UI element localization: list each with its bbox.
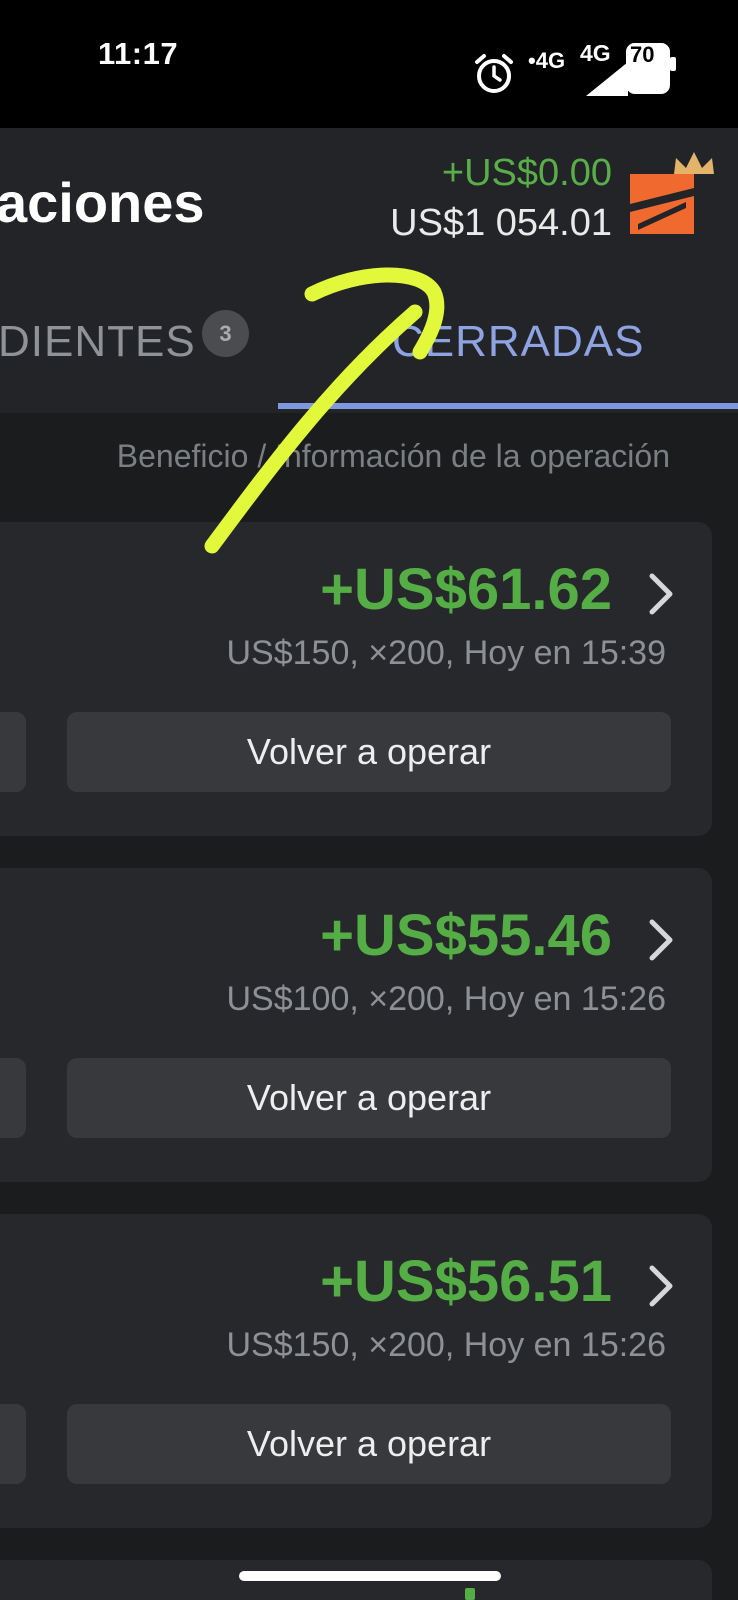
chevron-right-icon[interactable] bbox=[646, 1264, 676, 1308]
trade-secondary-button[interactable] bbox=[0, 1058, 26, 1138]
battery-percentage: 70 bbox=[630, 42, 655, 67]
pnl-today: +US$0.00 bbox=[441, 152, 612, 194]
tab-closed[interactable]: CERRADAS bbox=[392, 317, 645, 367]
app-screen: aciones +US$0.00 US$1 054.01 DIENTES 3 C… bbox=[0, 128, 738, 1600]
trade-profit: +US$56.51 bbox=[320, 1249, 612, 1314]
reopen-button[interactable]: Volver a operar bbox=[67, 1058, 671, 1138]
reopen-button[interactable]: Volver a operar bbox=[67, 1404, 671, 1484]
status-bar: 11:17 •4G 4G 70 bbox=[0, 0, 738, 128]
trade-card[interactable]: +US$55.46 US$100, ×200, Hoy en 15:26 Vol… bbox=[0, 868, 712, 1182]
trade-secondary-button[interactable] bbox=[0, 712, 26, 792]
network-indicator-small: •4G bbox=[528, 48, 566, 73]
column-header: Beneficio / Información de la operación bbox=[116, 438, 670, 474]
account-crown-logo[interactable] bbox=[628, 144, 720, 236]
chevron-right-icon[interactable] bbox=[646, 572, 676, 616]
pending-count-badge: 3 bbox=[202, 310, 249, 357]
trade-card[interactable]: +US$61.62 US$150, ×200, Hoy en 15:39 Vol… bbox=[0, 522, 712, 836]
page-title: aciones bbox=[0, 171, 205, 234]
chevron-right-icon[interactable] bbox=[646, 918, 676, 962]
account-balance[interactable]: US$1 054.01 bbox=[390, 202, 612, 245]
trade-card[interactable]: +US$56.51 US$150, ×200, Hoy en 15:26 Vol… bbox=[0, 1214, 712, 1528]
trade-info: US$100, ×200, Hoy en 15:26 bbox=[226, 980, 667, 1018]
tab-pending[interactable]: DIENTES bbox=[0, 317, 196, 367]
alarm-icon bbox=[475, 54, 513, 93]
active-tab-indicator bbox=[278, 403, 738, 409]
home-indicator[interactable] bbox=[239, 1571, 501, 1581]
reopen-button[interactable]: Volver a operar bbox=[67, 712, 671, 792]
trade-profit: +US$61.62 bbox=[320, 557, 612, 622]
trade-secondary-button[interactable] bbox=[0, 1404, 26, 1484]
tab-bar: DIENTES 3 CERRADAS bbox=[0, 273, 738, 413]
status-time: 11:17 bbox=[98, 36, 179, 71]
header: aciones +US$0.00 US$1 054.01 bbox=[0, 128, 738, 273]
partial-profit-mark bbox=[465, 1588, 475, 1600]
trade-info: US$150, ×200, Hoy en 15:26 bbox=[226, 1326, 667, 1364]
trade-info: US$150, ×200, Hoy en 15:39 bbox=[226, 634, 667, 672]
trade-profit: +US$55.46 bbox=[320, 903, 612, 968]
